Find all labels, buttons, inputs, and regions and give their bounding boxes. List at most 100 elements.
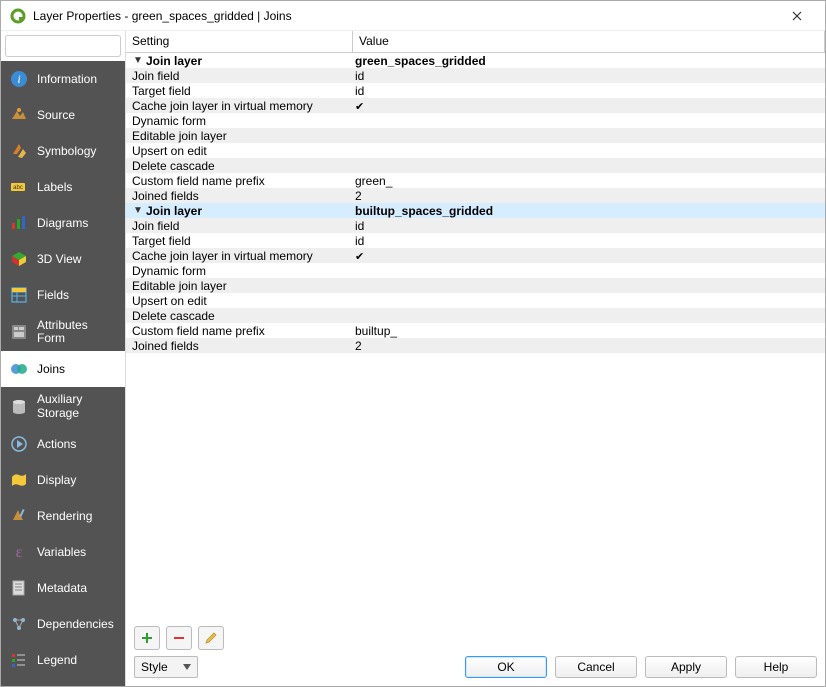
collapse-icon[interactable]: ▼: [132, 55, 144, 66]
sidebar-item-dependencies[interactable]: Dependencies: [1, 606, 125, 642]
join-group-value: builtup_spaces_gridded: [353, 204, 825, 218]
information-icon: i: [9, 69, 29, 89]
join-property-row[interactable]: Editable join layer: [126, 278, 825, 293]
metadata-icon: [9, 578, 29, 598]
labels-icon: abc: [9, 177, 29, 197]
sidebar-item-label: Labels: [37, 180, 72, 194]
sidebar-item-label: Source: [37, 108, 75, 122]
sidebar-item-symbology[interactable]: Symbology: [1, 133, 125, 169]
property-value: 2: [353, 339, 825, 353]
layer-properties-dialog: Layer Properties - green_spaces_gridded …: [0, 0, 826, 687]
sidebar-item-label: Diagrams: [37, 216, 88, 230]
join-property-row[interactable]: Joined fields2: [126, 188, 825, 203]
join-property-row[interactable]: Cache join layer in virtual memory ✔: [126, 98, 825, 113]
check-icon: ✔: [355, 251, 364, 263]
join-property-row[interactable]: Dynamic form: [126, 113, 825, 128]
join-property-row[interactable]: Join field id: [126, 68, 825, 83]
add-join-button[interactable]: [134, 626, 160, 650]
sidebar-item-rendering[interactable]: Rendering: [1, 498, 125, 534]
sidebar-item-attributes-form[interactable]: AttributesForm: [1, 313, 125, 351]
collapse-icon[interactable]: ▼: [132, 205, 144, 216]
joins-tree[interactable]: ▼Join layergreen_spaces_griddedJoin fiel…: [126, 53, 825, 620]
sidebar-item-variables[interactable]: εVariables: [1, 534, 125, 570]
sidebar-item-label: Symbology: [37, 144, 96, 158]
svg-text:abc: abc: [13, 185, 23, 191]
sidebar-item-display[interactable]: Display: [1, 462, 125, 498]
attributes-form-icon: [9, 322, 29, 342]
sidebar-item-label: AuxiliaryStorage: [37, 393, 82, 419]
sidebar-item-source[interactable]: Source: [1, 97, 125, 133]
join-property-row[interactable]: Custom field name prefixgreen_: [126, 173, 825, 188]
rendering-icon: [9, 506, 29, 526]
sidebar-nav: i Information Source Symbology abc Labels Diag…: [1, 61, 125, 686]
sidebar-search-input[interactable]: [5, 35, 121, 57]
style-menu-button[interactable]: Style: [134, 656, 198, 678]
join-group-label: Join layer: [146, 54, 202, 68]
join-property-row[interactable]: Custom field name prefixbuiltup_: [126, 323, 825, 338]
property-value: builtup_: [353, 324, 825, 338]
sidebar-item-diagrams[interactable]: Diagrams: [1, 205, 125, 241]
property-label: Cache join layer in virtual memory: [132, 99, 313, 113]
sidebar: i Information Source Symbology abc Labels Diag…: [1, 31, 125, 686]
source-icon: [9, 105, 29, 125]
column-header-setting[interactable]: Setting: [126, 31, 353, 52]
property-label: Join field: [132, 219, 179, 233]
property-value: 2: [353, 189, 825, 203]
property-label: Join field: [132, 69, 179, 83]
property-label: Dynamic form: [132, 114, 206, 128]
sidebar-item-label: Rendering: [37, 509, 92, 523]
sidebar-item-joins[interactable]: Joins: [1, 351, 125, 387]
sidebar-item-label: Dependencies: [37, 617, 114, 631]
join-property-row[interactable]: Target fieldid: [126, 83, 825, 98]
property-label: Joined fields: [132, 339, 199, 353]
qgis-icon: [9, 7, 27, 25]
sidebar-item-auxiliary-storage[interactable]: AuxiliaryStorage: [1, 387, 125, 425]
join-property-row[interactable]: Joined fields 2: [126, 338, 825, 353]
dependencies-icon: [9, 614, 29, 634]
property-value: id: [353, 69, 825, 83]
sidebar-item-label: Metadata: [37, 581, 87, 595]
sidebar-item-information[interactable]: i Information: [1, 61, 125, 97]
help-button[interactable]: Help: [735, 656, 817, 678]
apply-button[interactable]: Apply: [645, 656, 727, 678]
titlebar: Layer Properties - green_spaces_gridded …: [1, 1, 825, 31]
tree-header: Setting Value: [126, 31, 825, 53]
sidebar-item-labels[interactable]: abc Labels: [1, 169, 125, 205]
remove-join-button[interactable]: [166, 626, 192, 650]
join-property-row[interactable]: Join fieldid: [126, 218, 825, 233]
edit-join-button[interactable]: [198, 626, 224, 650]
join-property-row[interactable]: Editable join layer: [126, 128, 825, 143]
join-property-row[interactable]: Cache join layer in virtual memory✔: [126, 248, 825, 263]
sidebar-item-label: Information: [37, 72, 97, 86]
property-label: Dynamic form: [132, 264, 206, 278]
chevron-down-icon: [183, 664, 191, 670]
join-property-row[interactable]: Delete cascade: [126, 308, 825, 323]
joins-toolbar: [126, 620, 825, 650]
sidebar-item-fields[interactable]: Fields: [1, 277, 125, 313]
sidebar-item-metadata[interactable]: Metadata: [1, 570, 125, 606]
sidebar-item-3dview[interactable]: 3D View: [1, 241, 125, 277]
join-property-row[interactable]: Target fieldid: [126, 233, 825, 248]
sidebar-item-label: AttributesForm: [37, 319, 88, 345]
join-property-row[interactable]: Dynamic form: [126, 263, 825, 278]
join-property-row[interactable]: Upsert on edit: [126, 143, 825, 158]
join-property-row[interactable]: Delete cascade: [126, 158, 825, 173]
fields-icon: [9, 285, 29, 305]
close-button[interactable]: [777, 2, 817, 30]
sidebar-search-wrap: [1, 31, 125, 61]
join-group[interactable]: ▼Join layerbuiltup_spaces_gridded: [126, 203, 825, 218]
check-icon: ✔: [355, 101, 364, 113]
property-label: Editable join layer: [132, 279, 227, 293]
property-label: Upsert on edit: [132, 294, 207, 308]
column-header-value[interactable]: Value: [353, 31, 825, 52]
join-property-row[interactable]: Upsert on edit: [126, 293, 825, 308]
sidebar-item-actions[interactable]: Actions: [1, 426, 125, 462]
join-group[interactable]: ▼Join layergreen_spaces_gridded: [126, 53, 825, 68]
sidebar-item-label: Display: [37, 473, 76, 487]
property-value: id: [353, 84, 825, 98]
sidebar-item-legend[interactable]: Legend: [1, 642, 125, 678]
ok-button[interactable]: OK: [465, 656, 547, 678]
variables-icon: ε: [9, 542, 29, 562]
sidebar-item-label: Fields: [37, 288, 69, 302]
cancel-button[interactable]: Cancel: [555, 656, 637, 678]
